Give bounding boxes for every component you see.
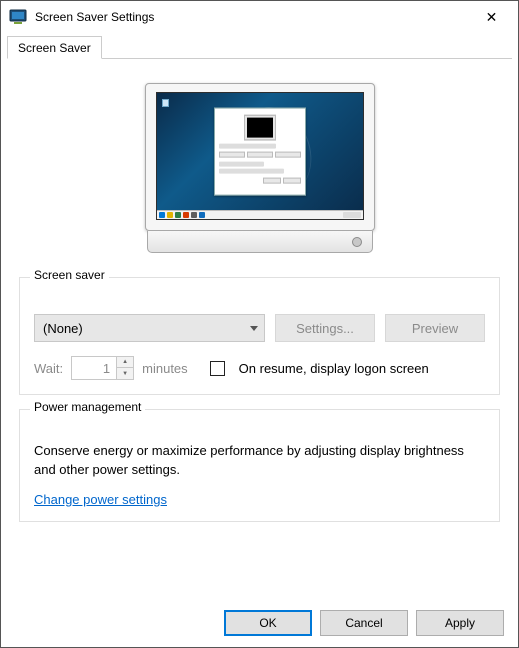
monitor-base (147, 231, 373, 253)
preview-area (19, 73, 500, 277)
tab-content: Screen saver (None) Settings... Preview … (1, 59, 518, 599)
spinner-down-button[interactable]: ▼ (117, 368, 133, 379)
resume-checkbox[interactable] (210, 361, 225, 376)
close-icon: ✕ (486, 9, 498, 26)
desktop-recycle-icon (162, 99, 169, 107)
screensaver-group: Screen saver (None) Settings... Preview … (19, 277, 500, 395)
monitor-power-led-icon (352, 237, 362, 247)
chevron-down-icon (250, 326, 258, 331)
screensaver-group-label: Screen saver (30, 268, 109, 282)
power-management-group: Power management Conserve energy or maxi… (19, 409, 500, 522)
window-title: Screen Saver Settings (35, 10, 469, 24)
dialog-footer: OK Cancel Apply (1, 599, 518, 647)
resume-checkbox-label: On resume, display logon screen (239, 361, 429, 376)
cancel-button[interactable]: Cancel (320, 610, 408, 636)
nested-dialog-preview (214, 108, 306, 196)
change-power-settings-link[interactable]: Change power settings (34, 492, 167, 507)
wait-spinner[interactable]: ▲ ▼ (71, 356, 134, 380)
apply-button[interactable]: Apply (416, 610, 504, 636)
monitor-frame (145, 83, 375, 231)
ok-button[interactable]: OK (224, 610, 312, 636)
screensaver-selected-value: (None) (43, 321, 83, 336)
preview-button[interactable]: Preview (385, 314, 485, 342)
tab-screen-saver[interactable]: Screen Saver (7, 36, 102, 59)
wait-label: Wait: (34, 361, 63, 376)
titlebar: Screen Saver Settings ✕ (1, 1, 518, 33)
tab-strip: Screen Saver (1, 35, 518, 59)
wait-input[interactable] (72, 357, 116, 379)
spinner-up-button[interactable]: ▲ (117, 357, 133, 368)
power-group-label: Power management (30, 400, 145, 414)
screen-saver-settings-window: Screen Saver Settings ✕ Screen Saver (0, 0, 519, 648)
close-button[interactable]: ✕ (469, 2, 514, 32)
settings-button[interactable]: Settings... (275, 314, 375, 342)
app-icon (9, 8, 27, 26)
taskbar-preview (157, 210, 363, 219)
monitor-preview (145, 83, 375, 253)
minutes-label: minutes (142, 361, 188, 376)
power-description: Conserve energy or maximize performance … (34, 442, 485, 480)
monitor-screen (156, 92, 364, 220)
screensaver-dropdown[interactable]: (None) (34, 314, 265, 342)
